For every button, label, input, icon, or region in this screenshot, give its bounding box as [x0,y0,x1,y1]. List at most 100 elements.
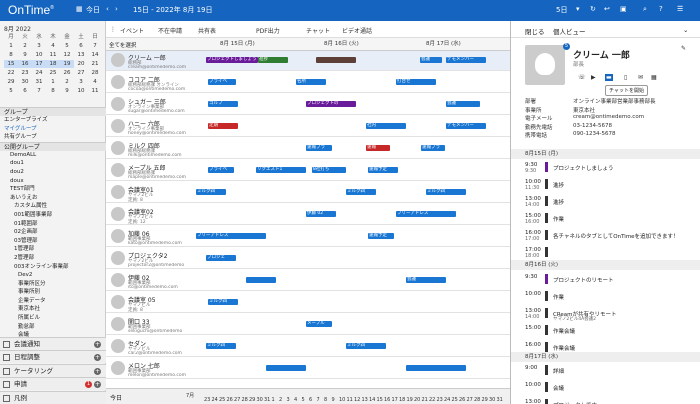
timeline-tick[interactable]: 17 [392,397,398,403]
schedule-bar[interactable]: 会議 [406,277,446,283]
schedule-bar[interactable]: プライベ [208,79,236,85]
tree-item[interactable]: 01範囲部 [0,220,106,229]
event-item[interactable]: 9:30 プロジェクトのリモート [511,273,700,287]
timeline-tick[interactable]: 2 [279,397,282,403]
calendar-day[interactable]: 8 [4,51,18,59]
timeline-tick[interactable]: 20 [414,397,420,403]
schedule-bar[interactable]: リクエスト1 [256,167,306,173]
schedule-bar[interactable]: 社内 [366,123,406,129]
schedule-bar[interactable]: ミルク四 [426,189,466,195]
calendar-day[interactable]: 17 [32,60,46,68]
tree-item[interactable]: 事業所区分 [0,280,106,289]
sidebar-button[interactable]: ケータリング + [0,363,106,377]
select-all[interactable]: 全てを選択 [109,41,136,49]
edit-icon[interactable]: ✎ [681,45,686,52]
schedule-bar[interactable]: ミルク四 [346,189,376,195]
mobile-icon[interactable]: ▯ [624,74,627,81]
event-item[interactable]: 10:00 会議 [511,381,700,395]
schedule-bar[interactable]: ミルク四 [346,343,386,349]
schedule-bar[interactable]: 速報予定 [368,233,394,239]
chevron-down-icon[interactable]: ⌄ [683,26,688,34]
calendar-day[interactable]: 7 [88,42,102,50]
tree-item[interactable]: グループ [0,107,106,116]
timeline-tick[interactable]: 29 [482,397,488,403]
calendar-icon[interactable]: ▦ [651,74,657,81]
timeline-tick[interactable]: 31 [264,397,270,403]
schedule-bar[interactable]: ゴルフ [208,101,238,107]
calendar-day[interactable]: 10 [32,51,46,59]
tree-item[interactable]: カスタム属性 [0,202,106,211]
event-item[interactable]: 15:00 作業会議 [511,324,700,338]
calendar-icon[interactable]: ▦ [76,5,83,13]
event-item[interactable]: 13:00 14:00 進捗 [511,195,700,209]
calendar-day[interactable]: 29 [4,78,18,86]
timeline-tick[interactable]: 22 [429,397,435,403]
timeline-tick[interactable]: 29 [249,397,255,403]
timeline-tick[interactable]: 27 [467,397,473,403]
calendar-day[interactable]: 8 [46,87,60,95]
calendar-day[interactable]: 10 [74,87,88,95]
next-arrow-icon[interactable]: › [115,5,118,13]
calendar-day[interactable]: 9 [18,51,32,59]
tree-item[interactable]: 勤怠部 [0,323,106,332]
calendar-day[interactable]: 3 [32,42,46,50]
calendar-day[interactable]: 5 [60,42,74,50]
timeline-tick[interactable]: 5 [302,397,305,403]
tree-item[interactable]: マイグループ [0,125,106,134]
today-button[interactable]: 今日 [86,5,100,15]
calendar-day[interactable]: 21 [88,60,102,68]
timeline-tick[interactable]: 30 [257,397,263,403]
schedule-bar[interactable]: 会議 [420,57,442,63]
timeline-tick[interactable]: 25 [452,397,458,403]
calendar-day[interactable]: 25 [46,69,60,77]
calendar-day[interactable]: 30 [18,78,32,86]
timeline-tick[interactable]: 11 [347,397,353,403]
calendar-day[interactable]: 1 [46,78,60,86]
calendar-day[interactable]: 11 [46,51,60,59]
calendar-day[interactable]: 31 [32,78,46,86]
event-item[interactable]: 17:00 18:00 [511,246,700,260]
add-icon[interactable]: + [94,367,101,375]
schedule-bar[interactable]: フリーアドレス [196,233,266,239]
schedule-bar[interactable] [406,365,466,371]
person-row[interactable]: プロジェクタ2 ヤマノ2ビル projector2@ontimedemo [106,249,510,269]
timeline-tick[interactable]: 10 [339,397,345,403]
schedule-bar[interactable]: 名所 [296,79,326,85]
schedule-bar[interactable]: ミルク四 [196,189,226,195]
tree-item[interactable]: あいうえお [0,194,106,203]
schedule-bar[interactable]: デモメンバー [446,57,486,63]
video-icon[interactable]: ▶ [591,74,596,81]
event-item[interactable]: 16:00 17:00 各チャネルのタブとしてOnTimeを追加できます！ [511,229,700,243]
schedule-bar[interactable] [316,57,356,63]
tree-item[interactable]: TEST部門 [0,185,106,194]
tree-item[interactable]: 02企画部 [0,228,106,237]
schedule-bar[interactable] [246,277,276,283]
schedule-bar[interactable]: プライベ [208,167,234,173]
layout-icon[interactable]: ▣ [620,5,627,13]
tree-item[interactable]: 公開グループ [0,141,106,151]
calendar-day[interactable]: 13 [74,51,88,59]
calendar-day[interactable]: 26 [60,69,74,77]
timeline-tick[interactable]: 9 [332,397,335,403]
more-icon[interactable]: ⋮ [110,26,116,33]
tree-item[interactable]: 所属ビル [0,314,106,323]
tree-item[interactable]: DemoALL [0,151,106,160]
schedule-bar[interactable]: フリーアドレス [396,211,456,217]
schedule-bar[interactable] [266,365,306,371]
timeline-tick[interactable]: 8 [324,397,327,403]
timeline-tick[interactable]: 16 [384,397,390,403]
schedule-bar[interactable]: 速報プラ [421,145,445,151]
calendar-day[interactable]: 22 [4,69,18,77]
schedule-bar[interactable]: プロジェクトしましょう [206,57,258,63]
calendar-day[interactable]: 6 [74,42,88,50]
tree-item[interactable]: エンタープライズ [0,116,106,125]
timeline-tick[interactable]: 23 [204,397,210,403]
tree-item[interactable]: 企業データ [0,297,106,306]
timeline-tick[interactable]: 21 [422,397,428,403]
timeline-today[interactable]: 今日 [110,393,122,402]
schedule-bar[interactable]: 速報 [366,145,390,151]
help-icon[interactable]: ? [659,5,663,13]
sidebar-button[interactable]: 申請 1 + [0,377,106,391]
timeline-tick[interactable]: 3 [287,397,290,403]
timeline-tick[interactable]: 27 [234,397,240,403]
